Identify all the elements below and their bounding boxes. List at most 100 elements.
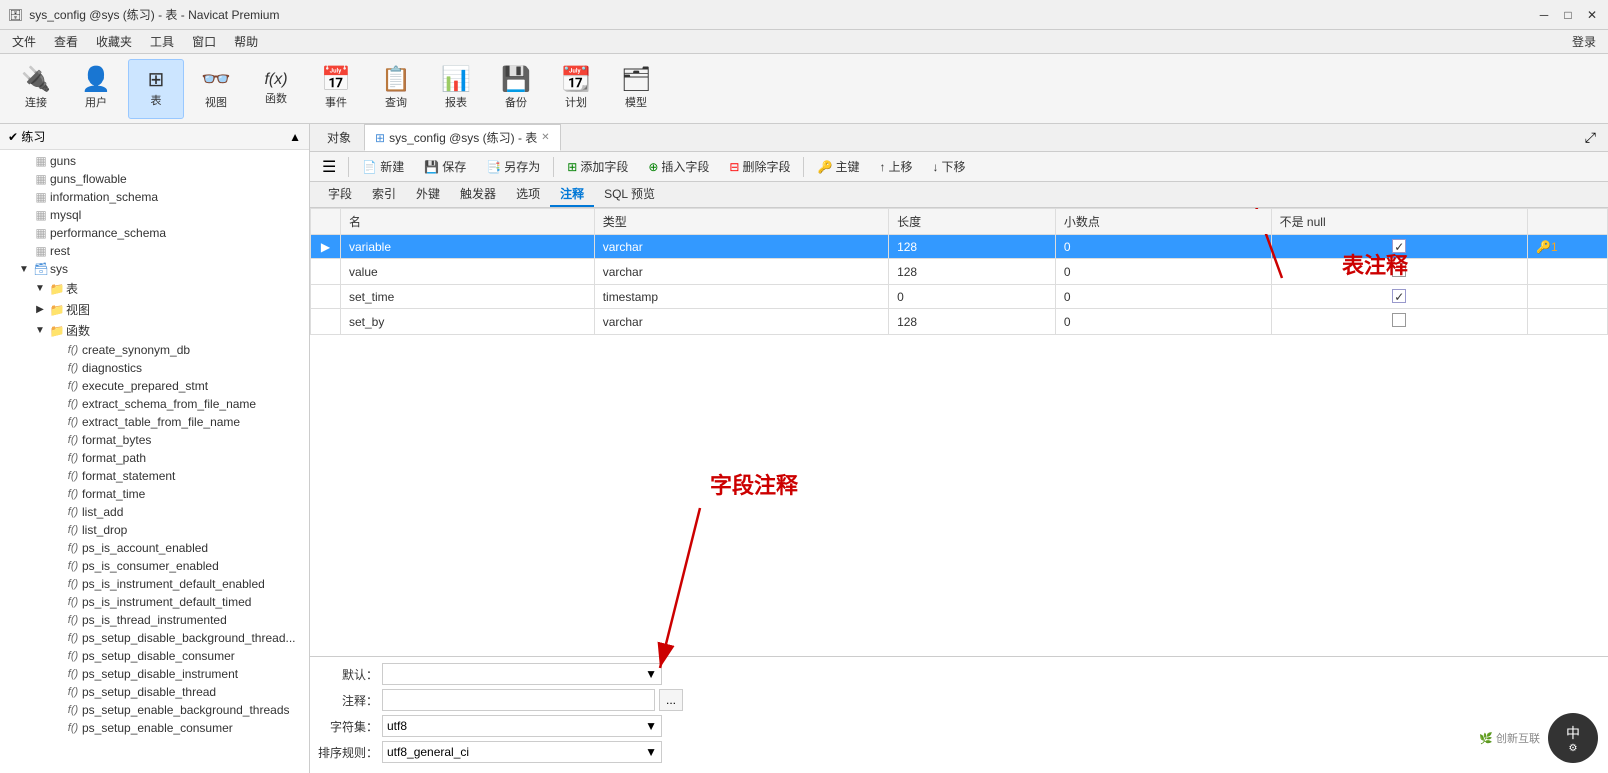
sidebar-item-fn-ps-setup-enable-background-threads[interactable]: f() ps_setup_enable_background_threads	[0, 701, 309, 719]
toolbar-function[interactable]: f(x) 函数	[248, 59, 304, 119]
sidebar-item-fn-format-bytes[interactable]: f() format_bytes	[0, 431, 309, 449]
tab-object[interactable]: 对象	[314, 124, 364, 151]
table-row[interactable]: set_time timestamp 0 0 ✓	[311, 285, 1608, 309]
sidebar-item-fn-ps-setup-disable-background-threads[interactable]: f() ps_setup_disable_background_thread..…	[0, 629, 309, 647]
new-button[interactable]: 📄 新建	[353, 154, 413, 179]
charset-select[interactable]: utf8 ▼	[382, 715, 662, 737]
field-decimal[interactable]: 0	[1055, 235, 1271, 259]
down-button[interactable]: ↓ 下移	[923, 154, 974, 179]
sidebar-item-fn-ps-is-consumer-enabled[interactable]: f() ps_is_consumer_enabled	[0, 557, 309, 575]
field-length[interactable]: 128	[889, 235, 1056, 259]
insert-field-button[interactable]: ⊕ 插入字段	[639, 154, 718, 179]
toolbar-backup[interactable]: 💾 备份	[488, 59, 544, 119]
sidebar-item-fn-ps-is-account-enabled[interactable]: f() ps_is_account_enabled	[0, 539, 309, 557]
sidebar-item-fn-list-add[interactable]: f() list_add	[0, 503, 309, 521]
close-button[interactable]: ✕	[1584, 7, 1600, 23]
field-not-null[interactable]	[1271, 259, 1527, 285]
save-button[interactable]: 💾 保存	[415, 154, 475, 179]
tab-close-button[interactable]: ✕	[541, 132, 549, 143]
sidebar-item-fn-extract-table[interactable]: f() extract_table_from_file_name	[0, 413, 309, 431]
field-decimal[interactable]: 0	[1055, 259, 1271, 285]
field-name[interactable]: set_by	[341, 309, 595, 335]
sidebar-item-fn-format-statement[interactable]: f() format_statement	[0, 467, 309, 485]
sidebar-item-sys[interactable]: ▼ 🗃 sys	[0, 260, 309, 278]
sidebar-item-fn-execute-prepared-stmt[interactable]: f() execute_prepared_stmt	[0, 377, 309, 395]
save-as-button[interactable]: 📑 另存为	[477, 154, 549, 179]
field-name[interactable]: variable	[341, 235, 595, 259]
sidebar-item-fn-ps-setup-disable-instrument[interactable]: f() ps_setup_disable_instrument	[0, 665, 309, 683]
field-length[interactable]: 128	[889, 259, 1056, 285]
sub-tab-options[interactable]: 选项	[506, 182, 550, 207]
sub-tab-fields[interactable]: 字段	[318, 182, 362, 207]
field-type[interactable]: varchar	[594, 235, 888, 259]
table-row[interactable]: ▶ variable varchar 128 0 ✓ 🔑1	[311, 235, 1608, 259]
toolbar-report[interactable]: 📊 报表	[428, 59, 484, 119]
toolbar-table[interactable]: ⊞ 表	[128, 59, 184, 119]
sidebar-collapse-icon[interactable]: ▲	[289, 130, 301, 144]
toolbar-connect[interactable]: 🔌 连接	[8, 59, 64, 119]
sidebar-item-views-folder[interactable]: ▶ 📁 视图	[0, 299, 309, 320]
toolbar-schedule[interactable]: 📆 计划	[548, 59, 604, 119]
sidebar-item-fn-create-synonym-db[interactable]: f() create_synonym_db	[0, 341, 309, 359]
sidebar-item-guns-flowable[interactable]: ▦ guns_flowable	[0, 170, 309, 188]
login-button[interactable]: 登录	[1564, 31, 1604, 52]
field-length[interactable]: 0	[889, 285, 1056, 309]
fields-table-area[interactable]: 名 类型 长度 小数点 不是 null ▶ variable varchar	[310, 208, 1608, 656]
minimize-button[interactable]: ─	[1536, 7, 1552, 23]
toolbar-model[interactable]: 🗂 模型	[608, 59, 664, 119]
field-type[interactable]: varchar	[594, 259, 888, 285]
primary-key-button[interactable]: 🔑 主键	[808, 154, 868, 179]
tab-active[interactable]: ⊞ sys_config @sys (练习) - 表 ✕	[364, 124, 561, 151]
sidebar-item-performance-schema[interactable]: ▦ performance_schema	[0, 224, 309, 242]
comment-browse-button[interactable]: ...	[659, 689, 683, 711]
field-not-null[interactable]	[1271, 309, 1527, 335]
sidebar-item-mysql[interactable]: ▦ mysql	[0, 206, 309, 224]
field-length[interactable]: 128	[889, 309, 1056, 335]
sidebar-item-fn-ps-is-thread-instrumented[interactable]: f() ps_is_thread_instrumented	[0, 611, 309, 629]
menu-tools[interactable]: 工具	[142, 31, 182, 52]
sidebar-item-fn-format-path[interactable]: f() format_path	[0, 449, 309, 467]
sidebar-item-fn-ps-is-instrument-default-timed[interactable]: f() ps_is_instrument_default_timed	[0, 593, 309, 611]
menu-help[interactable]: 帮助	[226, 31, 266, 52]
sidebar-item-fn-ps-enable-consumer[interactable]: f() ps_setup_enable_consumer	[0, 719, 309, 737]
field-type[interactable]: timestamp	[594, 285, 888, 309]
field-name[interactable]: value	[341, 259, 595, 285]
field-type[interactable]: varchar	[594, 309, 888, 335]
sub-tab-comments[interactable]: 注释	[550, 182, 594, 207]
add-field-button[interactable]: ⊞ 添加字段	[558, 154, 637, 179]
sidebar-item-tables-folder[interactable]: ▼ 📁 表	[0, 278, 309, 299]
sub-tab-sql-preview[interactable]: SQL 预览	[594, 182, 665, 207]
menu-favorites[interactable]: 收藏夹	[88, 31, 140, 52]
toolbar-user[interactable]: 👤 用户	[68, 59, 124, 119]
toolbar-view[interactable]: 👓 视图	[188, 59, 244, 119]
sidebar-item-fn-extract-schema[interactable]: f() extract_schema_from_file_name	[0, 395, 309, 413]
table-row[interactable]: set_by varchar 128 0	[311, 309, 1608, 335]
comment-input[interactable]	[382, 689, 655, 711]
menu-file[interactable]: 文件	[4, 31, 44, 52]
toolbar-event[interactable]: 📅 事件	[308, 59, 364, 119]
field-decimal[interactable]: 0	[1055, 309, 1271, 335]
maximize-button[interactable]: □	[1560, 7, 1576, 23]
title-bar-controls[interactable]: ─ □ ✕	[1536, 7, 1600, 23]
sidebar-item-functions-folder[interactable]: ▼ 📁 函数	[0, 320, 309, 341]
sidebar-item-information-schema[interactable]: ▦ information_schema	[0, 188, 309, 206]
sidebar-item-fn-ps-setup-disable-consumer[interactable]: f() ps_setup_disable_consumer	[0, 647, 309, 665]
collation-select[interactable]: utf8_general_ci ▼	[382, 741, 662, 763]
sub-tab-triggers[interactable]: 触发器	[450, 182, 506, 207]
sidebar-item-fn-diagnostics[interactable]: f() diagnostics	[0, 359, 309, 377]
field-not-null[interactable]: ✓	[1271, 235, 1527, 259]
toolbar-query[interactable]: 📋 查询	[368, 59, 424, 119]
sidebar-item-fn-format-time[interactable]: f() format_time	[0, 485, 309, 503]
sidebar-item-rest[interactable]: ▦ rest	[0, 242, 309, 260]
sidebar-item-fn-list-drop[interactable]: f() list_drop	[0, 521, 309, 539]
delete-field-button[interactable]: ⊟ 删除字段	[720, 154, 799, 179]
menu-icon[interactable]: ☰	[314, 155, 344, 179]
field-decimal[interactable]: 0	[1055, 285, 1271, 309]
default-select[interactable]: ▼	[382, 663, 662, 685]
sidebar-item-guns[interactable]: ▦ guns	[0, 152, 309, 170]
field-not-null[interactable]: ✓	[1271, 285, 1527, 309]
menu-view[interactable]: 查看	[46, 31, 86, 52]
sub-tab-index[interactable]: 索引	[362, 182, 406, 207]
tab-expand-button[interactable]: ⤢	[1577, 125, 1604, 150]
sidebar-item-fn-ps-setup-disable-thread[interactable]: f() ps_setup_disable_thread	[0, 683, 309, 701]
